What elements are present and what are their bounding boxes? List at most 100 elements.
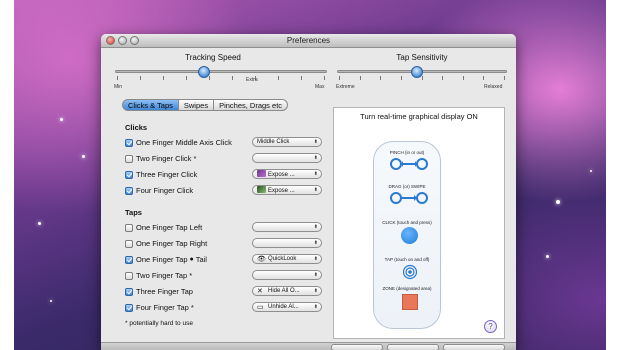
clicks-row-four-finger: Four Finger Click bbox=[125, 185, 193, 196]
tap-relaxed-label: Relaxed bbox=[484, 84, 503, 90]
checkbox-one-finger-tap-right[interactable] bbox=[125, 239, 133, 248]
window-title: Preferences bbox=[286, 36, 331, 45]
popup-value: Expose ... bbox=[268, 172, 295, 178]
taps-heading: Taps bbox=[125, 208, 142, 217]
clicks-heading: Clicks bbox=[125, 123, 148, 132]
popup-three-finger-tap[interactable]: ✕ Hide All O... ⬍ bbox=[252, 286, 322, 296]
popup-arrows-icon: ⬍ bbox=[313, 139, 318, 145]
row-label: Three Finger Click bbox=[136, 170, 198, 179]
hide-x-icon: ✕ bbox=[257, 288, 263, 295]
checkbox-four-finger-click[interactable] bbox=[125, 186, 133, 195]
popup-value: Hide All O... bbox=[268, 288, 300, 294]
checkbox-two-finger-tap[interactable] bbox=[125, 271, 133, 280]
window-icon: ▭ bbox=[257, 304, 264, 311]
popup-four-finger-click[interactable]: Expose ... ⬍ bbox=[252, 185, 322, 195]
page-margin-left bbox=[0, 0, 14, 350]
popup-one-finger-middle-axis-click[interactable]: Middle Click ⬍ bbox=[252, 137, 322, 147]
row-label: One Finger Tap bbox=[136, 255, 188, 264]
checkbox-one-finger-tap-tail[interactable] bbox=[125, 255, 133, 264]
checkbox-three-finger-click[interactable] bbox=[125, 170, 133, 179]
checkbox-two-finger-click[interactable] bbox=[125, 154, 133, 163]
popup-one-finger-tap-right[interactable]: ⬍ bbox=[252, 238, 322, 248]
help-button[interactable]: ? bbox=[484, 320, 497, 333]
clicks-row-three-finger: Three Finger Click bbox=[125, 169, 197, 180]
row-label: Two Finger Click * bbox=[136, 154, 197, 163]
popup-arrows-icon: ⬍ bbox=[313, 187, 318, 193]
popup-one-finger-tap-left[interactable]: ⬍ bbox=[252, 222, 322, 232]
bottom-button[interactable] bbox=[443, 344, 505, 350]
gesture-label-zone: ZONE (designated area) bbox=[382, 286, 432, 291]
tracking-speed-track[interactable] bbox=[115, 70, 327, 73]
clicks-row-one-finger-middle: One Finger Middle Axis Click bbox=[125, 137, 232, 148]
expose-icon bbox=[257, 170, 266, 177]
star bbox=[60, 118, 63, 121]
tracking-max-label: Max bbox=[315, 84, 325, 90]
popup-arrows-icon: ⬍ bbox=[313, 224, 318, 230]
star bbox=[546, 255, 549, 258]
popup-arrows-icon: ⬍ bbox=[313, 240, 318, 246]
gesture-label-tap: TAP (touch on and off) bbox=[384, 257, 430, 262]
popup-four-finger-tap[interactable]: ▭ Unhide Al... ⬍ bbox=[252, 302, 322, 312]
star bbox=[50, 300, 52, 302]
star bbox=[590, 170, 592, 172]
bottom-button[interactable] bbox=[387, 344, 439, 350]
checkbox-one-finger-tap-left[interactable] bbox=[125, 223, 133, 232]
popup-value: QuickLook bbox=[268, 256, 297, 262]
popup-arrows-icon: ⬍ bbox=[313, 288, 318, 294]
bottom-button[interactable] bbox=[331, 344, 383, 350]
tab-pinches-drags[interactable]: Pinches, Drags etc bbox=[214, 99, 289, 111]
display-toggle-label[interactable]: Turn real-time graphical display ON bbox=[334, 112, 504, 121]
popup-arrows-icon: ⬍ bbox=[313, 171, 318, 177]
star bbox=[38, 222, 41, 225]
taps-row-two-finger: Two Finger Tap * bbox=[125, 270, 192, 281]
graphical-display-panel: Turn real-time graphical display ON PINC… bbox=[333, 107, 505, 339]
row-label: One Finger Middle Axis Click bbox=[136, 138, 232, 147]
checkbox-one-finger-middle-axis-click[interactable] bbox=[125, 138, 133, 147]
row-label: Two Finger Tap * bbox=[136, 271, 193, 280]
gesture-label-click: CLICK (touch and press) bbox=[382, 220, 432, 225]
drag-swipe-icon bbox=[390, 192, 428, 204]
gesture-label-pinch: PINCH (in or out) bbox=[389, 150, 425, 155]
popup-three-finger-click[interactable]: Expose ... ⬍ bbox=[252, 169, 322, 179]
popup-arrows-icon: ⬍ bbox=[313, 304, 318, 310]
title-bar[interactable]: Preferences bbox=[101, 34, 516, 48]
tracking-speed-ticks bbox=[117, 76, 325, 82]
checkbox-four-finger-tap[interactable] bbox=[125, 303, 133, 312]
popup-one-finger-tap-tail[interactable]: 👁 QuickLook ⬍ bbox=[252, 254, 322, 264]
tap-sensitivity-title: Tap Sensitivity bbox=[396, 53, 448, 62]
taps-row-four-finger: Four Finger Tap * bbox=[125, 302, 194, 313]
tracking-speed-title: Tracking Speed bbox=[185, 53, 241, 62]
tab-swipes[interactable]: Swipes bbox=[178, 99, 215, 111]
eye-icon: 👁 bbox=[257, 256, 266, 263]
zone-square-icon bbox=[402, 294, 418, 310]
checkbox-three-finger-tap[interactable] bbox=[125, 287, 133, 296]
popup-value: Middle Click bbox=[257, 139, 290, 145]
star bbox=[82, 155, 85, 158]
click-dot-icon bbox=[401, 227, 418, 244]
tracking-extra-label: Extra bbox=[246, 77, 258, 83]
popup-two-finger-tap[interactable]: ⬍ bbox=[252, 270, 322, 280]
popup-arrows-icon: ⬍ bbox=[313, 155, 318, 161]
taps-row-one-finger-right: One Finger Tap Right bbox=[125, 238, 207, 249]
clicks-row-two-finger: Two Finger Click * bbox=[125, 153, 196, 164]
gesture-label-drag: DRAG (or) SWIPE bbox=[388, 184, 426, 189]
popup-value: Expose ... bbox=[268, 188, 295, 194]
taps-row-one-finger-left: One Finger Tap Left bbox=[125, 222, 202, 233]
row-label-suffix: Tail bbox=[195, 255, 207, 264]
tap-sensitivity-ticks bbox=[339, 76, 505, 82]
expose-icon bbox=[257, 186, 266, 193]
footnote: * potentially hard to use bbox=[125, 320, 193, 327]
popup-value: Unhide Al... bbox=[268, 304, 299, 310]
bottom-toolbar bbox=[101, 342, 516, 350]
tap-target-icon bbox=[402, 264, 418, 280]
apple-icon: ● bbox=[187, 256, 196, 263]
tap-extreme-label: Extreme bbox=[336, 84, 355, 90]
popup-two-finger-click[interactable]: ⬍ bbox=[252, 153, 322, 163]
tab-clicks-taps[interactable]: Clicks & Taps bbox=[122, 99, 179, 111]
gesture-tabs: Clicks & Taps Swipes Pinches, Drags etc bbox=[122, 99, 289, 111]
pinch-icon bbox=[390, 158, 428, 170]
taps-row-one-finger-tail: One Finger Tap ● Tail bbox=[125, 254, 207, 265]
row-label: Four Finger Click bbox=[136, 186, 194, 195]
row-label: One Finger Tap Right bbox=[136, 239, 208, 248]
popup-arrows-icon: ⬍ bbox=[313, 256, 318, 262]
